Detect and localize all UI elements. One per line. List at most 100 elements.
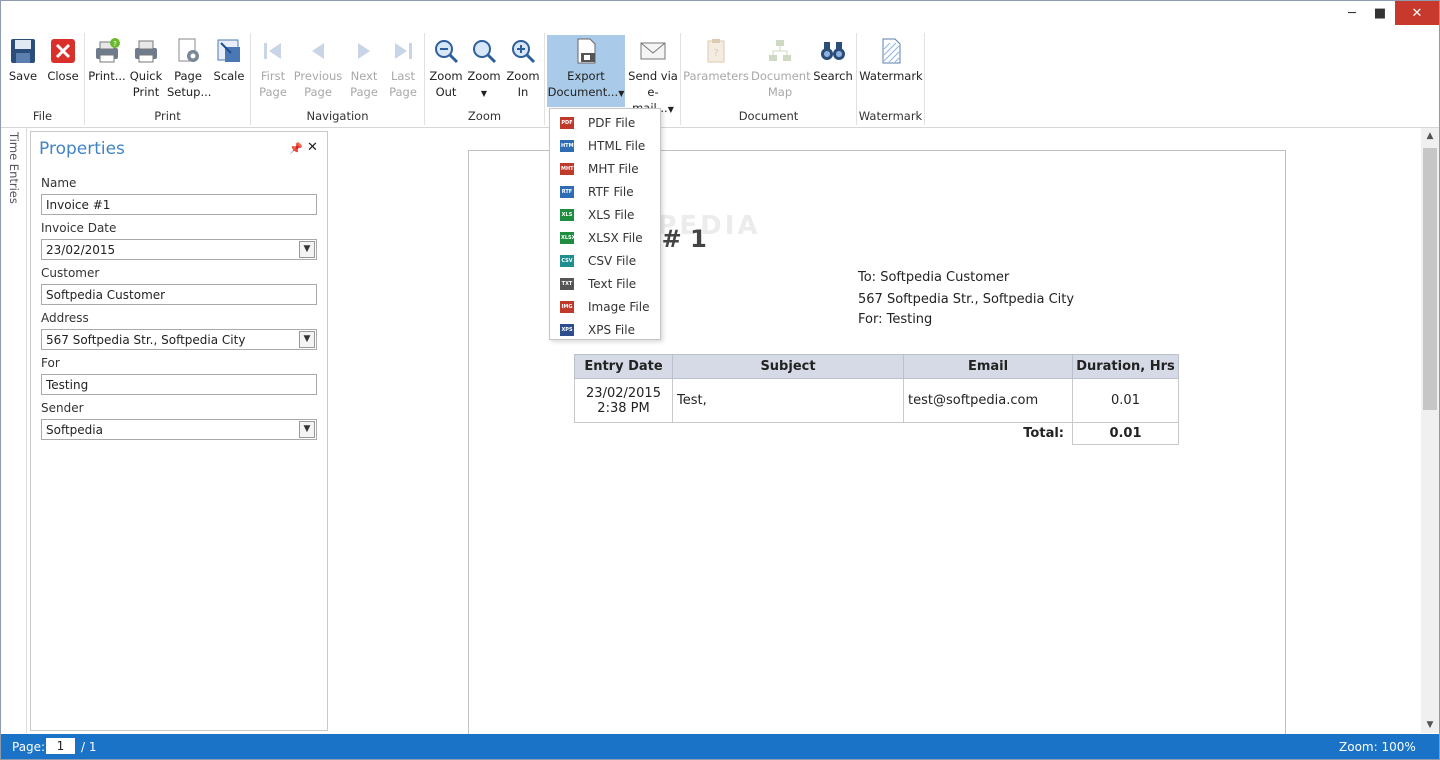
export-menu-item[interactable]: XPS XPS File (550, 319, 660, 342)
xps-file-icon: XPS (560, 324, 574, 336)
export-menu-item[interactable]: MHT MHT File (550, 158, 660, 181)
zoom-button[interactable]: Zoom ▼ (465, 35, 503, 107)
export-document-button[interactable]: Export Document...▼ (547, 35, 625, 107)
export-menu-item[interactable]: PDF PDF File (550, 112, 660, 135)
for-text: For: Testing (858, 312, 933, 327)
previous-page-label-1: Previous (293, 69, 343, 83)
window-close-button[interactable]: ✕ (1395, 1, 1439, 25)
address-field[interactable]: 567 Softpedia Str., Softpedia City ▼ (41, 329, 317, 350)
send-dropdown-arrow-icon: ▼ (667, 105, 674, 114)
column-header-subject: Subject (672, 354, 904, 379)
text-file-icon: TXT (560, 278, 574, 290)
page-number-input[interactable]: 1 (46, 738, 75, 754)
send-via-email-button[interactable]: Send via e-mail...▼ (627, 35, 679, 115)
page-label: Page: (12, 740, 46, 754)
status-bar: Page: 1 / 1 Zoom: 100% (1, 734, 1439, 759)
export-menu-item[interactable]: HTM HTML File (550, 135, 660, 158)
close-button[interactable]: Close (45, 35, 81, 107)
invoice-date-field[interactable]: 23/02/2015 ▼ (41, 239, 317, 260)
customer-label: Customer (41, 266, 100, 280)
svg-text:?: ? (713, 48, 718, 59)
envelope-icon (640, 42, 666, 60)
ribbon-group-print: ? Print... Quick Print Page Setup... Sca… (85, 33, 251, 125)
sender-value: Softpedia (46, 423, 103, 437)
panel-close-icon[interactable]: ✕ (307, 140, 318, 155)
rtf-file-icon: RTF (560, 186, 574, 198)
title-bar: ─ ■ ✕ (1, 1, 1439, 27)
first-page-button[interactable]: First Page (253, 35, 293, 107)
export-label-1: Export (567, 69, 605, 83)
page-setup-button[interactable]: Page Setup... (167, 35, 211, 107)
app-window: ─ ■ ✕ Save Close File ? Print... Quick P… (0, 0, 1440, 760)
print-button[interactable]: ? Print... (87, 35, 127, 107)
for-field[interactable]: Testing (41, 374, 317, 395)
watermark-button[interactable]: Watermark (859, 35, 923, 107)
binoculars-icon (821, 42, 845, 60)
save-button[interactable]: Save (5, 35, 41, 107)
document-map-label-2: Map (767, 85, 793, 99)
zoom-dropdown-arrow-icon: ▼ (480, 89, 488, 98)
parameters-button[interactable]: ? Parameters (683, 35, 749, 107)
export-menu-item[interactable]: RTF RTF File (550, 181, 660, 204)
last-page-icon (395, 43, 412, 59)
document-map-button[interactable]: Document Map (751, 35, 811, 107)
column-header-entry-date: Entry Date (574, 354, 673, 379)
xls-file-icon: XLS (560, 209, 574, 221)
last-page-button[interactable]: Last Page (385, 35, 421, 107)
zoom-level: Zoom: 100% (1339, 740, 1416, 754)
sender-label: Sender (41, 401, 84, 415)
page-setup-label-1: Page (174, 69, 202, 83)
pin-icon[interactable]: 📌 (289, 142, 303, 155)
maximize-button[interactable]: ■ (1363, 1, 1397, 25)
zoom-out-label-1: Zoom (429, 69, 463, 83)
total-label: Total: (1023, 426, 1064, 442)
group-label-watermark: Watermark (858, 109, 923, 123)
scroll-up-icon[interactable]: ▲ (1421, 128, 1439, 144)
page-count: / 1 (81, 740, 97, 754)
ribbon-group-watermark: Watermark Watermark (857, 33, 925, 125)
name-label: Name (41, 176, 77, 190)
chevron-down-icon[interactable]: ▼ (299, 241, 315, 258)
entry-date-cell: 23/02/2015 2:38 PM (574, 378, 673, 423)
quick-print-label-1: Quick (129, 69, 163, 83)
export-menu-item-label: CSV File (588, 254, 637, 268)
export-menu-item[interactable]: TXT Text File (550, 273, 660, 296)
previous-page-button[interactable]: Previous Page (293, 35, 343, 107)
sender-field[interactable]: Softpedia ▼ (41, 419, 317, 440)
export-menu-item-label: HTML File (588, 139, 646, 153)
svg-text:?: ? (113, 40, 117, 48)
total-row: Total: 0.01 (575, 422, 1179, 445)
chevron-down-icon[interactable]: ▼ (299, 331, 315, 348)
table-header-row: Entry Date Subject Email Duration, Hrs (574, 354, 1179, 379)
zoom-label: Zoom (467, 69, 501, 83)
page-setup-icon (178, 38, 199, 62)
export-menu-item[interactable]: CSV CSV File (550, 250, 660, 273)
html-file-icon: HTM (560, 140, 574, 152)
export-menu-item-label: XLSX File (588, 231, 643, 245)
parameters-icon: ? (707, 39, 725, 63)
chevron-down-icon[interactable]: ▼ (299, 421, 315, 438)
parameters-label: Parameters (683, 69, 749, 83)
ribbon-group-navigation: First Page Previous Page Next Page Last … (251, 33, 425, 125)
watermark-label: Watermark (859, 69, 923, 83)
export-menu-item[interactable]: XLSX XLSX File (550, 227, 660, 250)
export-menu-item[interactable]: IMG Image File (550, 296, 660, 319)
vertical-scrollbar[interactable]: ▲ ▼ (1421, 128, 1439, 733)
next-page-button[interactable]: Next Page (345, 35, 383, 107)
time-entries-tab[interactable]: Time Entries (7, 132, 21, 204)
scale-button[interactable]: Scale (211, 35, 247, 107)
scrollbar-thumb[interactable] (1423, 148, 1437, 410)
ribbon-toolbar: Save Close File ? Print... Quick Print P… (1, 27, 1439, 128)
table-row: 23/02/2015 2:38 PM Test, test@softpedia.… (574, 378, 1179, 423)
search-button[interactable]: Search (811, 35, 855, 107)
side-rail: Time Entries (1, 128, 27, 733)
zoom-out-button[interactable]: Zoom Out (427, 35, 465, 107)
name-field[interactable]: Invoice #1 (41, 194, 317, 215)
scroll-down-icon[interactable]: ▼ (1421, 717, 1439, 733)
search-label: Search (813, 69, 853, 83)
column-header-email: Email (903, 354, 1073, 379)
zoom-in-button[interactable]: Zoom In (505, 35, 541, 107)
export-menu-item[interactable]: XLS XLS File (550, 204, 660, 227)
quick-print-button[interactable]: Quick Print (127, 35, 165, 107)
customer-field[interactable]: Softpedia Customer (41, 284, 317, 305)
